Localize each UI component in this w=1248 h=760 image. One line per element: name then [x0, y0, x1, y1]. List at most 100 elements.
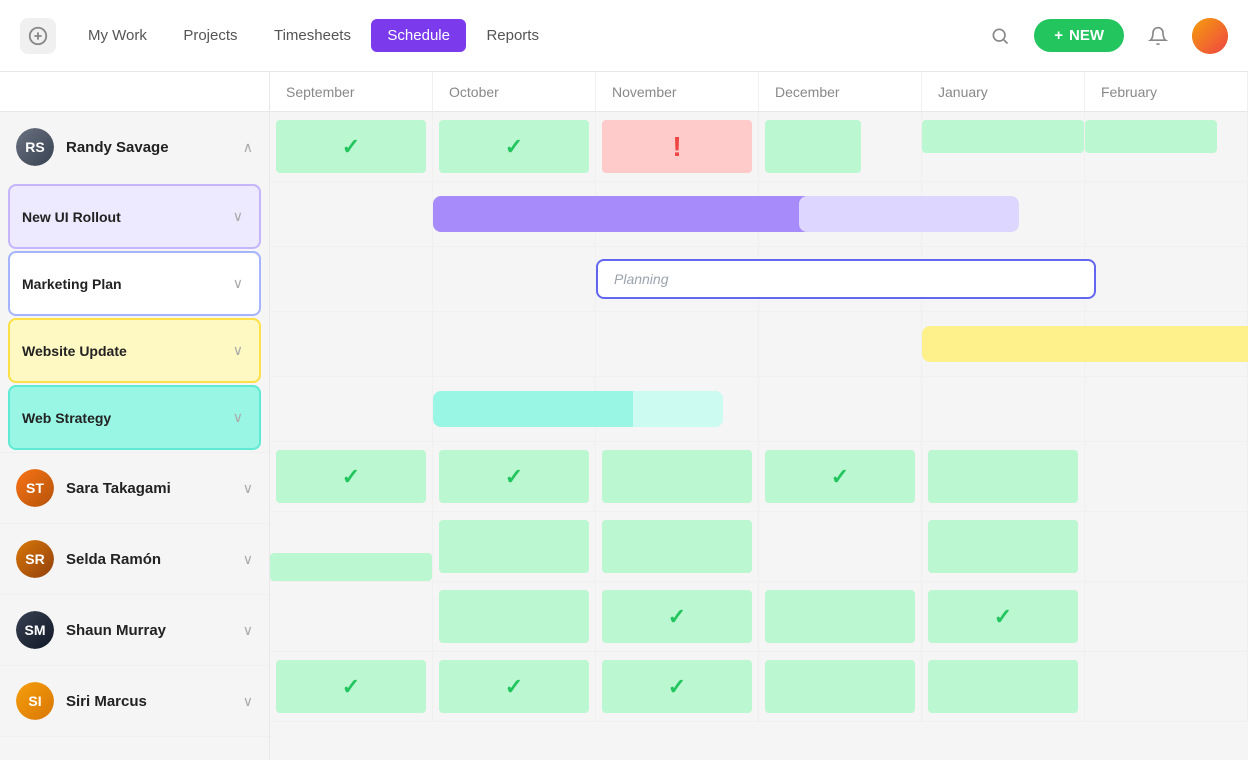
shaun-oct-block: [439, 590, 589, 643]
siri-oct-block: ✓: [439, 660, 589, 713]
sara-oct-block: ✓: [439, 450, 589, 503]
project-label-web-strategy: Web Strategy: [22, 410, 221, 426]
chevron-selda[interactable]: ∨: [243, 551, 253, 568]
nav-schedule[interactable]: Schedule: [371, 19, 466, 52]
cal-cell-sara-feb: [1085, 442, 1248, 511]
cal-cell-website-sep: [270, 312, 433, 376]
cal-cell-sara-oct: ✓: [433, 442, 596, 511]
calendar-grid: ✓ ✓ !: [270, 112, 1248, 760]
person-name-randy: Randy Savage: [66, 139, 231, 156]
cal-cell-selda-jan: [922, 512, 1085, 581]
cal-row-website: [270, 312, 1248, 377]
chevron-siri[interactable]: ∨: [243, 693, 253, 710]
website-yellow-bar[interactable]: [922, 326, 1248, 362]
cal-cell-shaun-jan: ✓: [922, 582, 1085, 651]
cal-cell-website-jan: [922, 312, 1085, 376]
project-website-update[interactable]: Website Update ∨: [8, 318, 261, 383]
cal-cell-selda-nov: [596, 512, 759, 581]
chevron-randy[interactable]: ∧: [243, 139, 253, 156]
new-ui-light-purple-bar[interactable]: [799, 196, 1019, 232]
cal-cell-ws-sep: [270, 377, 433, 441]
person-selda[interactable]: SR Selda Ramón ∨: [0, 524, 269, 594]
person-row-selda: SR Selda Ramón ∨: [0, 524, 269, 595]
cal-cell-sara-nov: [596, 442, 759, 511]
person-siri[interactable]: SI Siri Marcus ∨: [0, 666, 269, 736]
chevron-website[interactable]: ∨: [233, 342, 243, 359]
cal-cell-siri-oct: ✓: [433, 652, 596, 721]
project-marketing-plan[interactable]: Marketing Plan ∨: [8, 251, 261, 316]
randy-oct-check: ✓: [505, 134, 523, 160]
chevron-web-strategy[interactable]: ∨: [233, 409, 243, 426]
cal-cell-selda-sep: [270, 512, 433, 581]
selda-jan-block: [928, 520, 1078, 573]
person-randy[interactable]: RS Randy Savage ∧: [0, 112, 269, 182]
randy-nov-block: !: [602, 120, 752, 173]
chevron-sara[interactable]: ∨: [243, 480, 253, 497]
cal-cell-new-ui-feb: [1085, 182, 1248, 246]
project-label-new-ui: New UI Rollout: [22, 209, 221, 225]
header-right: + NEW: [982, 18, 1228, 54]
cal-cell-shaun-oct: [433, 582, 596, 651]
cal-cell-marketing-feb: [1085, 247, 1248, 311]
siri-oct-check: ✓: [505, 674, 523, 700]
selda-nov-block: [602, 520, 752, 573]
sara-nov-block: [602, 450, 752, 503]
cal-cell-randy-oct: ✓: [433, 112, 596, 181]
cal-row-randy: ✓ ✓ !: [270, 112, 1248, 182]
cal-cell-new-ui-oct: [433, 182, 596, 246]
marketing-planning-bar[interactable]: Planning: [596, 259, 1096, 299]
user-avatar[interactable]: [1192, 18, 1228, 54]
siri-nov-check: ✓: [668, 674, 686, 700]
month-oct: October: [433, 72, 596, 111]
cal-cell-randy-feb: [1085, 112, 1248, 181]
month-dec: December: [759, 72, 922, 111]
ws-teal-bar[interactable]: [433, 391, 723, 427]
project-new-ui-rollout[interactable]: New UI Rollout ∨: [8, 184, 261, 249]
project-label-marketing: Marketing Plan: [22, 276, 221, 292]
month-nov: November: [596, 72, 759, 111]
avatar-selda: SR: [16, 540, 54, 578]
chevron-marketing[interactable]: ∨: [233, 275, 243, 292]
month-feb: February: [1085, 72, 1248, 111]
nav-reports[interactable]: Reports: [470, 19, 555, 52]
selda-sep-bottom: [270, 553, 432, 581]
person-row-shaun: SM Shaun Murray ∨: [0, 595, 269, 666]
app-logo[interactable]: [20, 18, 56, 54]
cal-cell-randy-dec: [759, 112, 922, 181]
cal-cell-ws-feb: [1085, 377, 1248, 441]
cal-cell-website-nov: [596, 312, 759, 376]
cal-cell-siri-feb: [1085, 652, 1248, 721]
new-button[interactable]: + NEW: [1034, 19, 1124, 52]
randy-oct-block: ✓: [439, 120, 589, 173]
chevron-new-ui[interactable]: ∨: [233, 208, 243, 225]
cal-cell-new-ui-sep: [270, 182, 433, 246]
person-name-selda: Selda Ramón: [66, 551, 231, 568]
chevron-shaun[interactable]: ∨: [243, 622, 253, 639]
person-sara[interactable]: ST Sara Takagami ∨: [0, 453, 269, 523]
sidebar-header-spacer: [0, 72, 270, 111]
cal-cell-randy-sep: ✓: [270, 112, 433, 181]
nav-timesheets[interactable]: Timesheets: [258, 19, 367, 52]
month-sep: September: [270, 72, 433, 111]
cal-cell-selda-feb: [1085, 512, 1248, 581]
avatar-shaun: SM: [16, 611, 54, 649]
cal-cell-sara-dec: ✓: [759, 442, 922, 511]
cal-row-shaun: ✓ ✓: [270, 582, 1248, 652]
randy-feb-block: [1085, 120, 1217, 153]
cal-cell-siri-nov: ✓: [596, 652, 759, 721]
sara-oct-check: ✓: [505, 464, 523, 490]
cal-cell-shaun-feb: [1085, 582, 1248, 651]
shaun-jan-block: ✓: [928, 590, 1078, 643]
project-web-strategy[interactable]: Web Strategy ∨: [8, 385, 261, 450]
cal-cell-siri-jan: [922, 652, 1085, 721]
nav-projects[interactable]: Projects: [167, 19, 253, 52]
search-button[interactable]: [982, 18, 1018, 54]
cal-cell-randy-jan: [922, 112, 1085, 181]
sara-sep-block: ✓: [276, 450, 426, 503]
month-jan: January: [922, 72, 1085, 111]
nav-my-work[interactable]: My Work: [72, 19, 163, 52]
new-plus-icon: +: [1054, 27, 1063, 44]
app-header: My Work Projects Timesheets Schedule Rep…: [0, 0, 1248, 72]
person-shaun[interactable]: SM Shaun Murray ∨: [0, 595, 269, 665]
notifications-button[interactable]: [1140, 18, 1176, 54]
